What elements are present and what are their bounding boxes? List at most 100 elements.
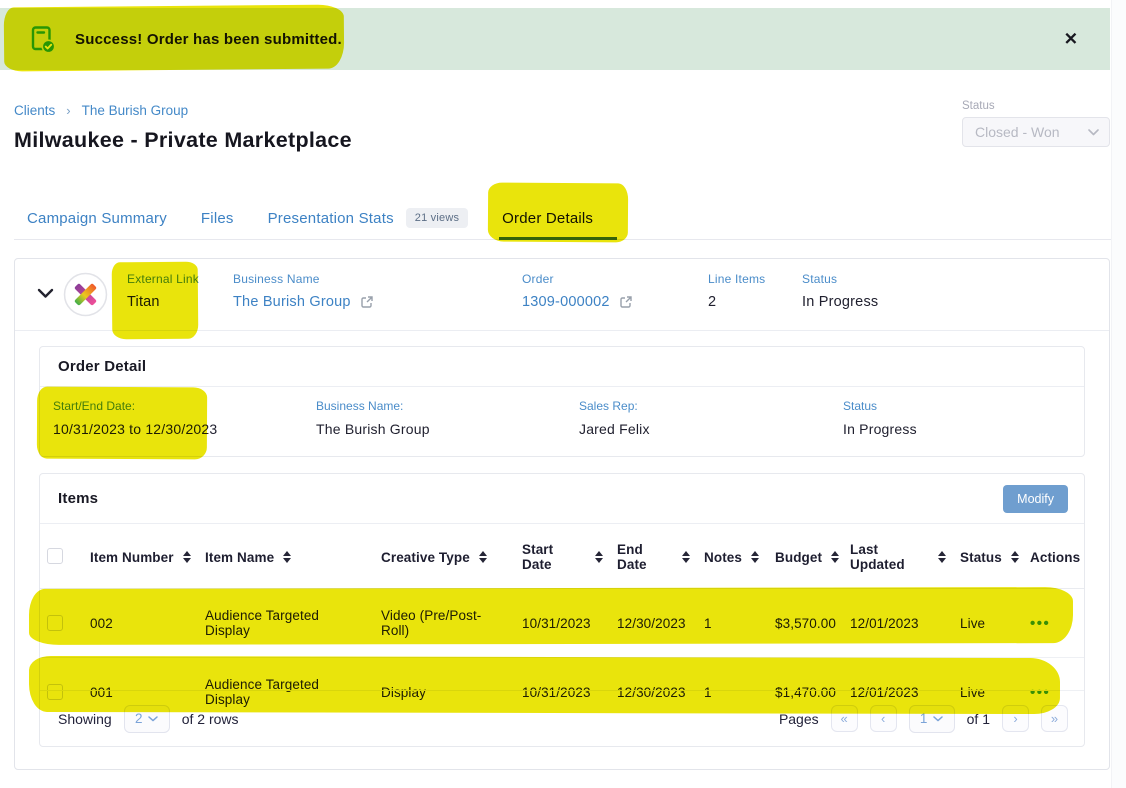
table-header-row: Item Number Item Name Creative Type Star… [40, 524, 1084, 589]
pages-label: Pages [779, 711, 819, 727]
close-icon[interactable]: ✕ [1062, 29, 1080, 50]
tab-order-details-label: Order Details [502, 210, 593, 227]
row-actions-more-icon[interactable]: ••• [1030, 615, 1050, 632]
page-of-label: of 1 [967, 711, 990, 727]
items-section: Items Modify Item Number Item Name Creat… [39, 473, 1085, 747]
order-status-value: In Progress [802, 294, 878, 310]
field-business-name: Business Name The Burish Group [233, 272, 374, 310]
business-name-link[interactable]: The Burish Group [233, 294, 351, 310]
sort-icon [479, 551, 487, 563]
col-header-notes[interactable]: Notes [696, 524, 767, 589]
sort-icon [1011, 551, 1019, 563]
items-title: Items [58, 490, 98, 507]
page-size-value: 2 [135, 711, 143, 726]
start-end-date-value: 10/31/2023 to 12/30/2023 [53, 421, 217, 437]
row-checkbox[interactable] [47, 615, 63, 631]
first-page-button[interactable]: « [831, 705, 858, 732]
col-header-creative-type[interactable]: Creative Type [373, 524, 514, 589]
field-start-end-date: Start/End Date: 10/31/2023 to 12/30/2023 [53, 399, 217, 437]
business-name-label: Business Name [233, 272, 374, 286]
breadcrumb-separator-icon: › [66, 103, 70, 118]
sales-rep-label: Sales Rep: [579, 399, 650, 413]
status-filter-label: Status [962, 100, 1110, 112]
detail-status-label: Status [843, 399, 917, 413]
line-items-label: Line Items [708, 272, 765, 286]
vendor-x-logo [63, 272, 108, 317]
page: Success! Order has been submitted. ✕ Cli… [0, 0, 1126, 788]
field-order-status: Status In Progress [802, 272, 878, 310]
col-header-start-date[interactable]: Start Date [514, 524, 609, 589]
col-header-end-date[interactable]: End Date [609, 524, 696, 589]
order-card-header: External Link Titan Business Name The Bu… [15, 259, 1109, 331]
detail-status-value: In Progress [843, 421, 917, 437]
sort-icon [938, 551, 946, 563]
sales-rep-value: Jared Felix [579, 421, 650, 437]
tab-files[interactable]: Files [201, 197, 234, 239]
breadcrumb-burish-group-link[interactable]: The Burish Group [82, 103, 189, 118]
cell-creative-type: Video (Pre/Post-Roll) [373, 589, 514, 658]
field-detail-business-name: Business Name: The Burish Group [316, 399, 430, 437]
order-card: External Link Titan Business Name The Bu… [14, 258, 1110, 770]
rows-count-label: of 2 rows [182, 711, 239, 727]
order-detail-section: Order Detail Start/End Date: 10/31/2023 … [39, 346, 1085, 457]
detail-business-name-value: The Burish Group [316, 421, 430, 437]
status-filter-value: Closed - Won [975, 124, 1060, 140]
select-all-checkbox[interactable] [47, 548, 63, 564]
tab-campaign-summary[interactable]: Campaign Summary [27, 197, 167, 239]
col-header-last-updated[interactable]: Last Updated [842, 524, 952, 589]
cell-end-date: 12/30/2023 [609, 589, 696, 658]
breadcrumb-clients-link[interactable]: Clients [14, 103, 55, 118]
col-header-status[interactable]: Status [952, 524, 1022, 589]
banner-message: Success! Order has been submitted. [75, 31, 342, 48]
cell-status: Live [952, 589, 1022, 658]
field-sales-rep: Sales Rep: Jared Felix [579, 399, 650, 437]
sort-icon [751, 551, 759, 563]
col-header-budget[interactable]: Budget [767, 524, 842, 589]
current-page-value: 1 [920, 711, 928, 726]
sort-icon [183, 551, 191, 563]
field-line-items: Line Items 2 [708, 272, 765, 310]
status-filter-select[interactable]: Closed - Won [962, 117, 1110, 147]
external-link-label: External Link [127, 272, 199, 286]
page-size-select[interactable]: 2 [124, 705, 170, 733]
next-page-button[interactable]: › [1002, 705, 1029, 732]
table-footer: Showing 2 of 2 rows Pages « ‹ 1 of 1 [40, 690, 1084, 746]
col-header-item-name[interactable]: Item Name [197, 524, 373, 589]
order-label: Order [522, 272, 633, 286]
chevron-down-icon[interactable] [37, 288, 54, 299]
col-header-item-number[interactable]: Item Number [82, 524, 197, 589]
modify-button[interactable]: Modify [1003, 485, 1068, 513]
order-detail-title: Order Detail [58, 358, 146, 375]
external-link-icon[interactable] [619, 295, 633, 309]
tab-presentation-stats[interactable]: Presentation Stats 21 views [268, 197, 469, 239]
prev-page-button[interactable]: ‹ [870, 705, 897, 732]
cell-budget: $3,570.00 [767, 589, 842, 658]
views-badge: 21 views [406, 208, 468, 228]
success-banner: Success! Order has been submitted. ✕ [0, 8, 1110, 70]
sort-icon [682, 551, 690, 563]
chevron-down-icon [933, 716, 943, 722]
order-number-link[interactable]: 1309-000002 [522, 294, 610, 310]
chevron-down-icon [1088, 129, 1099, 136]
start-end-date-label: Start/End Date: [53, 399, 217, 413]
cell-item-number: 002 [82, 589, 197, 658]
tab-presentation-stats-label: Presentation Stats [268, 210, 394, 227]
order-document-check-icon [30, 25, 57, 54]
cell-last-updated: 12/01/2023 [842, 589, 952, 658]
detail-business-name-label: Business Name: [316, 399, 430, 413]
tab-bar: Campaign Summary Files Presentation Stat… [14, 197, 1112, 240]
field-detail-status: Status In Progress [843, 399, 917, 437]
current-page-select[interactable]: 1 [909, 705, 955, 733]
breadcrumb: Clients › The Burish Group [14, 103, 188, 118]
field-order: Order 1309-000002 [522, 272, 633, 310]
tab-order-details[interactable]: Order Details [502, 197, 593, 239]
showing-label: Showing [58, 711, 112, 727]
external-link-value: Titan [127, 294, 199, 310]
line-items-value: 2 [708, 294, 765, 310]
table-row: 002 Audience Targeted Display Video (Pre… [40, 589, 1084, 658]
field-external-link: External Link Titan [127, 272, 199, 310]
order-status-label: Status [802, 272, 878, 286]
sort-icon [283, 551, 291, 563]
external-link-icon[interactable] [360, 295, 374, 309]
last-page-button[interactable]: » [1041, 705, 1068, 732]
